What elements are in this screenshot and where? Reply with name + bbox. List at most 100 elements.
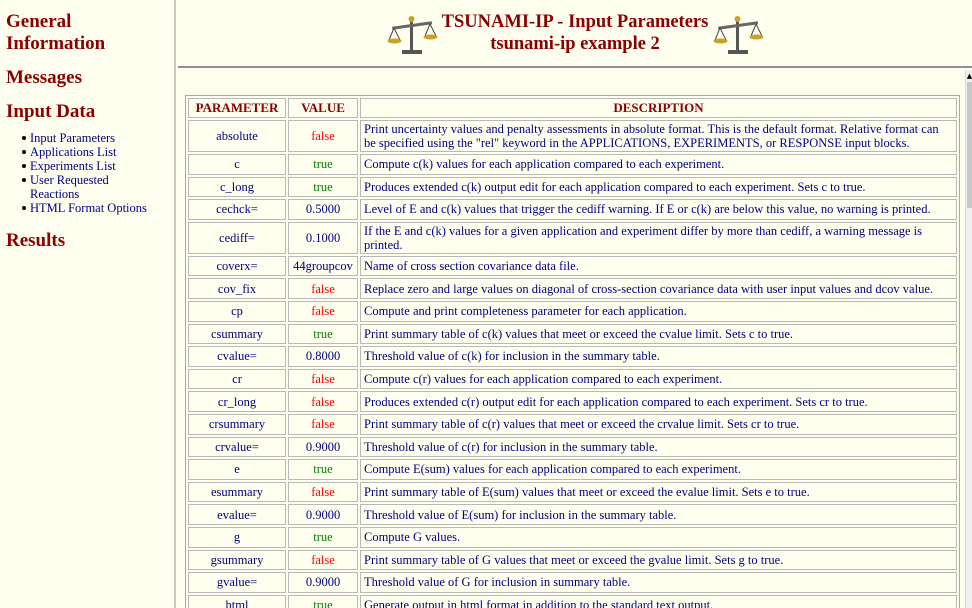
parameter-cell: cr_long	[188, 391, 286, 412]
parameter-cell: c	[188, 154, 286, 175]
header-frame: TSUNAMI-IP - Input Parameters tsunami-ip…	[178, 0, 972, 68]
table-row: cechck= 0.5000 Level of E and c(k) values …	[188, 199, 957, 220]
description-cell: Compute c(k) values for each application…	[360, 154, 957, 175]
value-cell: false	[288, 481, 358, 503]
value-cell: 0.9000	[288, 436, 358, 458]
value-cell: true	[288, 459, 358, 480]
table-body: absolute false Print uncertainty values an…	[188, 120, 957, 608]
table-row: g true Compute G values.	[188, 526, 957, 548]
table-row: gvalue= 0.9000 Threshold value of G for in…	[188, 572, 957, 593]
parameters-table: PARAMETER VALUE DESCRIPTION absolute fals…	[185, 95, 960, 608]
description-cell: Compute G values.	[360, 526, 957, 548]
parameter-cell: esummary	[188, 481, 286, 503]
table-row: cr_long false Produces extended c(r) outpu…	[188, 391, 957, 412]
table-row: cediff= 0.1000 If the E and c(k) values fo…	[188, 221, 957, 254]
table-row: esummary false Print summary table of E(su…	[188, 481, 957, 503]
table-header-row: PARAMETER VALUE DESCRIPTION	[188, 98, 957, 118]
table-row: gsummary false Print summary table of G va…	[188, 549, 957, 571]
value-cell: false	[288, 300, 358, 322]
nav-item-user-requested-reactions[interactable]: User Requested Reactions	[22, 173, 174, 201]
value-cell: 0.1000	[288, 221, 358, 254]
value-cell: false	[288, 549, 358, 571]
description-cell: Print uncertainty values and penalty ass…	[360, 120, 957, 152]
value-cell: true	[288, 323, 358, 345]
column-header-value: VALUE	[288, 98, 358, 118]
nav-results[interactable]: Results	[6, 230, 65, 252]
parameter-cell: cov_fix	[188, 278, 286, 299]
value-cell: true	[288, 594, 358, 608]
table-row: e true Compute E(sum) values for each appl…	[188, 459, 957, 480]
table-row: crsummary false Print summary table of c(r…	[188, 413, 957, 435]
nav-item-applications-list[interactable]: Applications List	[22, 145, 174, 159]
table-row: csummary true Print summary table of c(k) …	[188, 323, 957, 345]
column-header-description: DESCRIPTION	[360, 98, 957, 118]
parameter-cell: cediff=	[188, 221, 286, 254]
description-cell: Compute and print completeness parameter…	[360, 300, 957, 322]
parameter-cell: c_long	[188, 176, 286, 198]
value-cell: 0.5000	[288, 199, 358, 220]
page-subtitle: tsunami-ip example 2	[490, 34, 660, 54]
parameter-cell: coverx=	[188, 255, 286, 277]
table-row: crvalue= 0.9000 Threshold value of c(r) fo…	[188, 436, 957, 458]
description-cell: Threshold value of E(sum) for inclusion …	[360, 504, 957, 525]
description-cell: Threshold value of c(r) for inclusion in…	[360, 436, 957, 458]
nav-item-html-format-options[interactable]: HTML Format Options	[22, 201, 174, 215]
description-cell: Replace zero and large values on diagona…	[360, 278, 957, 299]
description-cell: Produces extended c(k) output edit for e…	[360, 176, 957, 198]
table-row: cr false Compute c(r) values for each appl…	[188, 368, 957, 390]
table-row: cvalue= 0.8000 Threshold value of c(k) for…	[188, 346, 957, 367]
table-row: coverx= 44groupcov Name of cross section c…	[188, 255, 957, 277]
description-cell: Threshold value of c(k) for inclusion in…	[360, 346, 957, 367]
parameter-cell: csummary	[188, 323, 286, 345]
parameter-cell: cechck=	[188, 199, 286, 220]
description-cell: Produces extended c(r) output edit for e…	[360, 391, 957, 412]
description-cell: If the E and c(k) values for a given app…	[360, 221, 957, 254]
table-row: c true Compute c(k) values for each applic…	[188, 154, 957, 175]
description-cell: Print summary table of c(k) values that …	[360, 323, 957, 345]
parameter-cell: cvalue=	[188, 346, 286, 367]
description-cell: Level of E and c(k) values that trigger …	[360, 199, 957, 220]
description-cell: Print summary table of G values that mee…	[360, 549, 957, 571]
nav-general-information[interactable]: General Information	[6, 11, 105, 55]
value-cell: 0.9000	[288, 572, 358, 593]
description-cell: Print summary table of E(sum) values tha…	[360, 481, 957, 503]
value-cell: false	[288, 391, 358, 412]
nav-item-experiments-list[interactable]: Experiments List	[22, 159, 174, 173]
parameter-cell: cr	[188, 368, 286, 390]
description-cell: Name of cross section covariance data fi…	[360, 255, 957, 277]
nav-item-input-parameters[interactable]: Input Parameters	[22, 131, 174, 145]
table-row: absolute false Print uncertainty values an…	[188, 120, 957, 152]
value-cell: false	[288, 278, 358, 299]
table-row: cov_fix false Replace zero and large value…	[188, 278, 957, 299]
scrollbar-thumb[interactable]	[967, 82, 972, 208]
parameter-cell: gsummary	[188, 549, 286, 571]
nav-input-data-list: Input Parameters Applications List Exper…	[0, 131, 174, 215]
vertical-scrollbar[interactable]: ▲	[965, 70, 972, 608]
description-cell: Compute c(r) values for each application…	[360, 368, 957, 390]
table-row: html true Generate output in html format i…	[188, 594, 957, 608]
navigation-frame: General Information Messages Input Data …	[0, 0, 176, 608]
description-cell: Threshold value of G for inclusion in su…	[360, 572, 957, 593]
parameter-cell: gvalue=	[188, 572, 286, 593]
parameter-cell: crsummary	[188, 413, 286, 435]
description-cell: Generate output in html format in additi…	[360, 594, 957, 608]
nav-messages[interactable]: Messages	[6, 67, 82, 89]
parameter-cell: g	[188, 526, 286, 548]
parameter-cell: evalue=	[188, 504, 286, 525]
parameter-cell: html	[188, 594, 286, 608]
nav-input-data[interactable]: Input Data	[6, 101, 95, 123]
parameter-cell: crvalue=	[188, 436, 286, 458]
parameter-cell: absolute	[188, 120, 286, 152]
value-cell: false	[288, 120, 358, 152]
value-cell: 0.9000	[288, 504, 358, 525]
value-cell: 0.8000	[288, 346, 358, 367]
parameter-cell: cp	[188, 300, 286, 322]
value-cell: true	[288, 176, 358, 198]
value-cell: false	[288, 413, 358, 435]
page-title: TSUNAMI-IP - Input Parameters	[441, 12, 709, 32]
value-cell: false	[288, 368, 358, 390]
value-cell: true	[288, 154, 358, 175]
scroll-up-arrow-icon[interactable]: ▲	[966, 72, 972, 80]
content-frame: PARAMETER VALUE DESCRIPTION absolute fals…	[178, 70, 965, 608]
value-cell: 44groupcov	[288, 255, 358, 277]
